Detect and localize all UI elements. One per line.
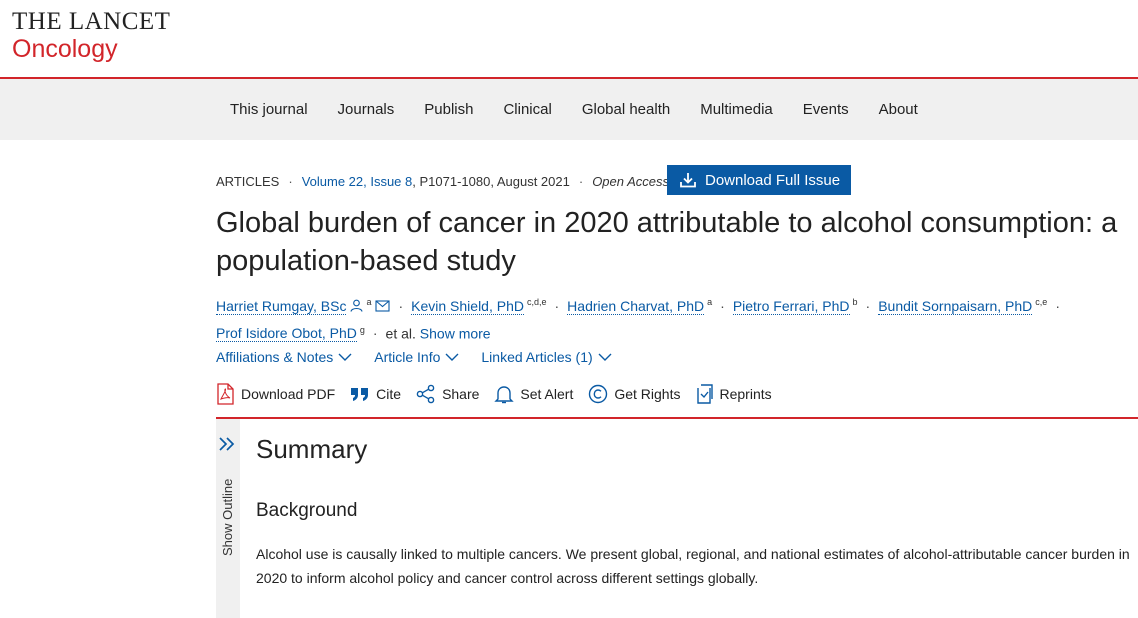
nav-item-this-journal[interactable]: This journal xyxy=(230,101,308,118)
double-chevron-right-icon xyxy=(219,437,235,451)
logo-line-1: THE LANCET xyxy=(12,8,171,35)
author-link[interactable]: Kevin Shield, PhD xyxy=(411,297,524,315)
nav-item-events[interactable]: Events xyxy=(803,101,849,118)
content-divider xyxy=(216,417,1138,419)
copyright-icon xyxy=(589,384,608,404)
author-link[interactable]: Bundit Sornpaisarn, PhD xyxy=(878,297,1033,315)
meta-separator: · xyxy=(578,174,584,189)
person-icon xyxy=(350,299,363,312)
author-affiliation: b xyxy=(852,297,858,307)
author-separator: · xyxy=(720,297,725,314)
logo-line-2: Oncology xyxy=(12,35,118,63)
author-link[interactable]: Hadrien Charvat, PhD xyxy=(567,297,705,315)
show-outline-toggle[interactable]: Show Outline xyxy=(216,419,240,618)
article-pages: , P1071-1080, August 2021 xyxy=(412,174,570,189)
author-separator: · xyxy=(865,297,871,314)
chevron-down-icon xyxy=(338,353,352,361)
cite-button[interactable]: Cite xyxy=(350,383,401,405)
author-affiliation: a xyxy=(707,297,713,307)
get-rights-button[interactable]: Get Rights xyxy=(588,383,680,405)
download-pdf-button[interactable]: Download PDF xyxy=(216,383,335,405)
nav-item-publish[interactable]: Publish xyxy=(424,101,473,118)
nav-item-about[interactable]: About xyxy=(879,101,918,118)
author-separator: · xyxy=(372,325,378,342)
download-icon xyxy=(680,173,696,188)
author-link[interactable]: Prof Isidore Obot, PhD xyxy=(216,325,357,343)
tool-label: Cite xyxy=(376,386,402,402)
show-more-authors-link[interactable]: Show more xyxy=(420,325,491,341)
et-al-text: et al. xyxy=(385,325,416,342)
tab-affiliations-notes[interactable]: Affiliations & Notes xyxy=(216,349,352,365)
reprints-icon xyxy=(697,384,714,404)
author-separator: · xyxy=(398,297,404,314)
author-separator: · xyxy=(1055,297,1060,314)
share-button[interactable]: Share xyxy=(416,383,479,405)
author-affiliation: c,d,e xyxy=(526,297,547,307)
share-icon xyxy=(416,384,435,404)
main-nav: This journal Journals Publish Clinical G… xyxy=(0,79,1138,140)
quote-icon xyxy=(351,388,369,401)
tab-linked-articles[interactable]: Linked Articles (1) xyxy=(481,349,612,365)
reprints-button[interactable]: Reprints xyxy=(695,383,772,405)
author-affiliation: a xyxy=(366,297,372,307)
tool-label: Share xyxy=(442,386,480,402)
tool-label: Get Rights xyxy=(614,386,681,402)
author-link[interactable]: Pietro Ferrari, PhD xyxy=(732,297,850,315)
pdf-icon xyxy=(217,383,234,405)
open-access-label: Open Access xyxy=(592,174,670,189)
background-heading: Background xyxy=(256,500,358,521)
download-full-issue-label: Download Full Issue xyxy=(705,171,841,189)
author-separator: · xyxy=(554,297,560,314)
bell-icon xyxy=(494,386,515,404)
tool-label: Reprints xyxy=(719,386,772,402)
tool-label: Set Alert xyxy=(520,386,574,402)
email-icon[interactable] xyxy=(375,300,391,312)
tool-label: Download PDF xyxy=(241,386,336,402)
article-meta: ARTICLES · Volume 22, Issue 8 , P1071-10… xyxy=(216,174,669,189)
author-link[interactable]: Harriet Rumgay, BSc xyxy=(216,297,347,315)
journal-logo[interactable]: THE LANCET Oncology xyxy=(12,8,171,64)
nav-item-clinical[interactable]: Clinical xyxy=(503,101,551,118)
nav-item-multimedia[interactable]: Multimedia xyxy=(700,101,773,118)
summary-heading: Summary xyxy=(256,434,368,464)
article-info-tabs: Affiliations & Notes Article Info Linked… xyxy=(216,349,634,365)
nav-item-global-health[interactable]: Global health xyxy=(582,101,670,118)
author-affiliation: g xyxy=(359,324,365,335)
set-alert-button[interactable]: Set Alert xyxy=(494,383,573,405)
author-affiliation: c,e xyxy=(1035,297,1048,307)
article-title: Global burden of cancer in 2020 attribut… xyxy=(216,207,1118,277)
tab-label: Affiliations & Notes xyxy=(216,349,334,365)
author-list: Harriet Rumgay, BSc a · Kevin Shield, PhD c,… xyxy=(216,290,1116,345)
meta-separator: · xyxy=(288,174,293,189)
article-tools: Download PDF Cite Share Set Alert Get Ri… xyxy=(216,383,787,405)
tab-article-info[interactable]: Article Info xyxy=(374,349,459,365)
volume-issue-link[interactable]: Volume 22, Issue 8 xyxy=(302,174,413,189)
background-paragraph: Alcohol use is causally linked to multip… xyxy=(256,546,1130,586)
chevron-down-icon xyxy=(598,353,612,361)
tab-label: Linked Articles (1) xyxy=(481,349,593,365)
article-type: ARTICLES xyxy=(216,174,280,189)
chevron-down-icon xyxy=(445,353,459,361)
nav-item-journals[interactable]: Journals xyxy=(338,101,395,118)
show-outline-label: Show Outline xyxy=(220,478,235,556)
download-full-issue-button[interactable]: Download Full Issue xyxy=(667,165,851,195)
tab-label: Article Info xyxy=(374,349,441,365)
